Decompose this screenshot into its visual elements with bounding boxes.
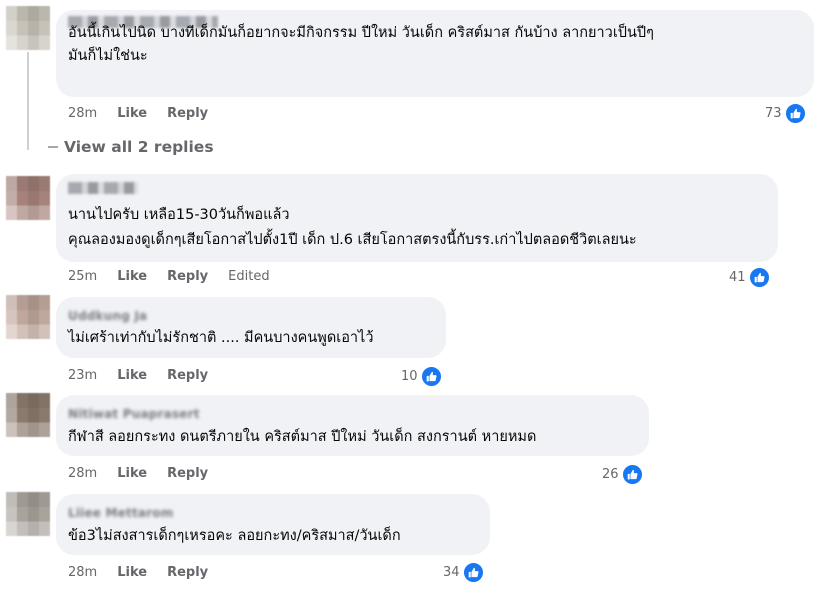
reaction-count[interactable]: 26 — [602, 464, 643, 485]
comment-text-line: นานไปครับ เหลือ15-30วันก็พอแล้ว — [68, 207, 290, 223]
like-thumb-icon — [420, 366, 442, 387]
like-button[interactable]: Like — [117, 368, 147, 383]
reply-connector — [48, 146, 58, 148]
reaction-count-value: 34 — [443, 565, 460, 580]
comment-bubble: อันนี้เกินไปนิด บางทีเด็กมันก็อยากจะมีกิ… — [56, 10, 814, 97]
timestamp[interactable]: 25m — [68, 269, 97, 284]
avatar[interactable] — [6, 176, 50, 220]
comment-text-line: มันก็ไม่ใช่นะ — [68, 48, 148, 64]
reply-button[interactable]: Reply — [167, 269, 208, 284]
like-button[interactable]: Like — [117, 106, 147, 121]
comment-text-line: ข้อ3ไม่สงสารเด็กๆเหรอคะ ลอยกะทง/คริสมาส/… — [68, 528, 401, 544]
like-button[interactable]: Like — [117, 466, 147, 481]
comment-text-line: กีฬาสี ลอยกระทง ดนตรีภายใน คริสต์มาส ปีใ… — [68, 429, 537, 445]
comment-actions: 28m Like Reply — [68, 466, 208, 481]
comment-actions: 28m Like Reply — [68, 106, 208, 121]
comment-bubble: Liiee Mettarom ข้อ3ไม่สงสารเด็กๆเหรอคะ ล… — [56, 494, 490, 555]
reaction-count-value: 10 — [401, 369, 418, 384]
comment-bubble: นานไปครับ เหลือ15-30วันก็พอแล้ว คุณลองมอ… — [56, 174, 778, 262]
avatar[interactable] — [6, 492, 50, 536]
like-button[interactable]: Like — [117, 269, 147, 284]
reply-button[interactable]: Reply — [167, 368, 208, 383]
commenter-name[interactable]: Nitiwat Puaprasert — [68, 407, 200, 421]
like-thumb-icon — [621, 464, 643, 485]
commenter-name[interactable]: Uddkung Ja — [68, 309, 147, 323]
reaction-count-value: 73 — [765, 106, 782, 121]
edited-label: Edited — [228, 269, 270, 284]
reaction-count-value: 41 — [729, 270, 746, 285]
avatar[interactable] — [6, 393, 50, 437]
reply-button[interactable]: Reply — [167, 565, 208, 580]
comment-actions: 25m Like Reply Edited — [68, 269, 270, 284]
comment-bubble: Nitiwat Puaprasert กีฬาสี ลอยกระทง ดนตรี… — [56, 395, 649, 456]
reaction-count[interactable]: 73 — [765, 103, 806, 124]
comment-actions: 28m Like Reply — [68, 565, 208, 580]
comment-text-line: คุณลองมองดูเด็กๆเสียโอกาสไปตั้ง1ปี เด็ก … — [68, 232, 637, 248]
like-button[interactable]: Like — [117, 565, 147, 580]
view-all-replies-label: View all 2 replies — [64, 138, 214, 156]
reaction-count[interactable]: 41 — [729, 267, 770, 288]
reaction-count[interactable]: 10 — [401, 366, 442, 387]
like-thumb-icon — [462, 562, 484, 583]
comment-bubble: Uddkung Ja ไม่เศร้าเท่ากับไม่รักชาติ ...… — [56, 297, 446, 358]
reaction-count[interactable]: 34 — [443, 562, 484, 583]
timestamp[interactable]: 23m — [68, 368, 97, 383]
reply-button[interactable]: Reply — [167, 106, 208, 121]
view-all-replies-link[interactable]: View all 2 replies — [48, 138, 214, 156]
timestamp[interactable]: 28m — [68, 106, 97, 121]
comment-text-line: อันนี้เกินไปนิด บางทีเด็กมันก็อยากจะมีกิ… — [68, 25, 654, 41]
like-thumb-icon — [748, 267, 770, 288]
thread-line — [27, 52, 29, 150]
reaction-count-value: 26 — [602, 467, 619, 482]
commenter-name[interactable]: Liiee Mettarom — [68, 506, 173, 520]
comment-text-line: ไม่เศร้าเท่ากับไม่รักชาติ .... มีคนบางคน… — [68, 330, 374, 346]
commenter-name-blurred[interactable] — [68, 182, 138, 194]
reply-button[interactable]: Reply — [167, 466, 208, 481]
avatar[interactable] — [6, 295, 50, 339]
comment-actions: 23m Like Reply — [68, 368, 208, 383]
timestamp[interactable]: 28m — [68, 565, 97, 580]
timestamp[interactable]: 28m — [68, 466, 97, 481]
avatar[interactable] — [6, 6, 50, 50]
like-thumb-icon — [784, 103, 806, 124]
